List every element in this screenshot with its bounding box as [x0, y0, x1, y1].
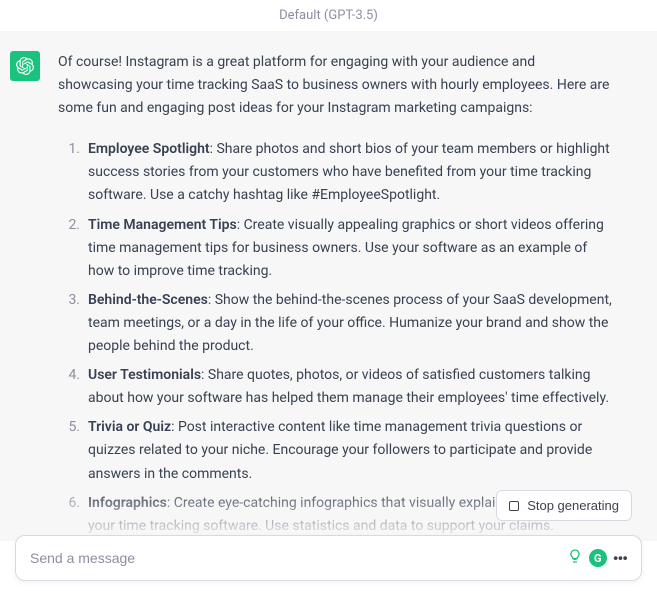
list-content: User Testimonials: Share quotes, photos,…: [88, 364, 612, 410]
list-content: Behind-the-Scenes: Show the behind-the-s…: [88, 289, 612, 358]
list-title: Trivia or Quiz: [88, 419, 171, 435]
list-item: 4. User Testimonials: Share quotes, phot…: [58, 364, 612, 410]
list-number: 2.: [58, 214, 80, 283]
header: Default (GPT-3.5): [0, 0, 657, 31]
list-number: 5.: [58, 416, 80, 485]
list-title: User Testimonials: [88, 367, 201, 383]
stop-label: Stop generating: [527, 498, 619, 513]
list-title: Infographics: [88, 495, 167, 511]
message-container: Of course! Instagram is a great platform…: [0, 31, 657, 541]
message-content: Of course! Instagram is a great platform…: [58, 51, 647, 541]
list-number: 3.: [58, 289, 80, 358]
list-title: Employee Spotlight: [88, 141, 210, 157]
model-label: Default (GPT-3.5): [279, 8, 378, 23]
more-icon[interactable]: •••: [613, 549, 627, 568]
intro-text: Of course! Instagram is a great platform…: [58, 51, 612, 120]
list-number: 4.: [58, 364, 80, 410]
message-inner: Of course! Instagram is a great platform…: [0, 51, 657, 541]
input-icons: G •••: [567, 548, 627, 568]
list-item: 5. Trivia or Quiz: Post interactive cont…: [58, 416, 612, 485]
list-item: 1. Employee Spotlight: Share photos and …: [58, 138, 612, 207]
input-container[interactable]: G •••: [15, 535, 642, 581]
list-content: Time Management Tips: Create visually ap…: [88, 214, 612, 283]
list-item: 2. Time Management Tips: Create visually…: [58, 214, 612, 283]
list-item: 3. Behind-the-Scenes: Show the behind-th…: [58, 289, 612, 358]
stop-icon: [509, 501, 519, 511]
list-title: Time Management Tips: [88, 217, 237, 233]
list-number: 1.: [58, 138, 80, 207]
bulb-icon[interactable]: [567, 548, 583, 568]
list-content: Employee Spotlight: Share photos and sho…: [88, 138, 612, 207]
message-input[interactable]: [30, 550, 567, 566]
grammarly-icon[interactable]: G: [589, 549, 607, 567]
list-title: Behind-the-Scenes: [88, 292, 208, 308]
list-number: 6.: [58, 492, 80, 538]
openai-logo-icon: [16, 57, 34, 75]
assistant-avatar: [10, 51, 40, 81]
list-content: Trivia or Quiz: Post interactive content…: [88, 416, 612, 485]
stop-generating-button[interactable]: Stop generating: [496, 490, 632, 521]
